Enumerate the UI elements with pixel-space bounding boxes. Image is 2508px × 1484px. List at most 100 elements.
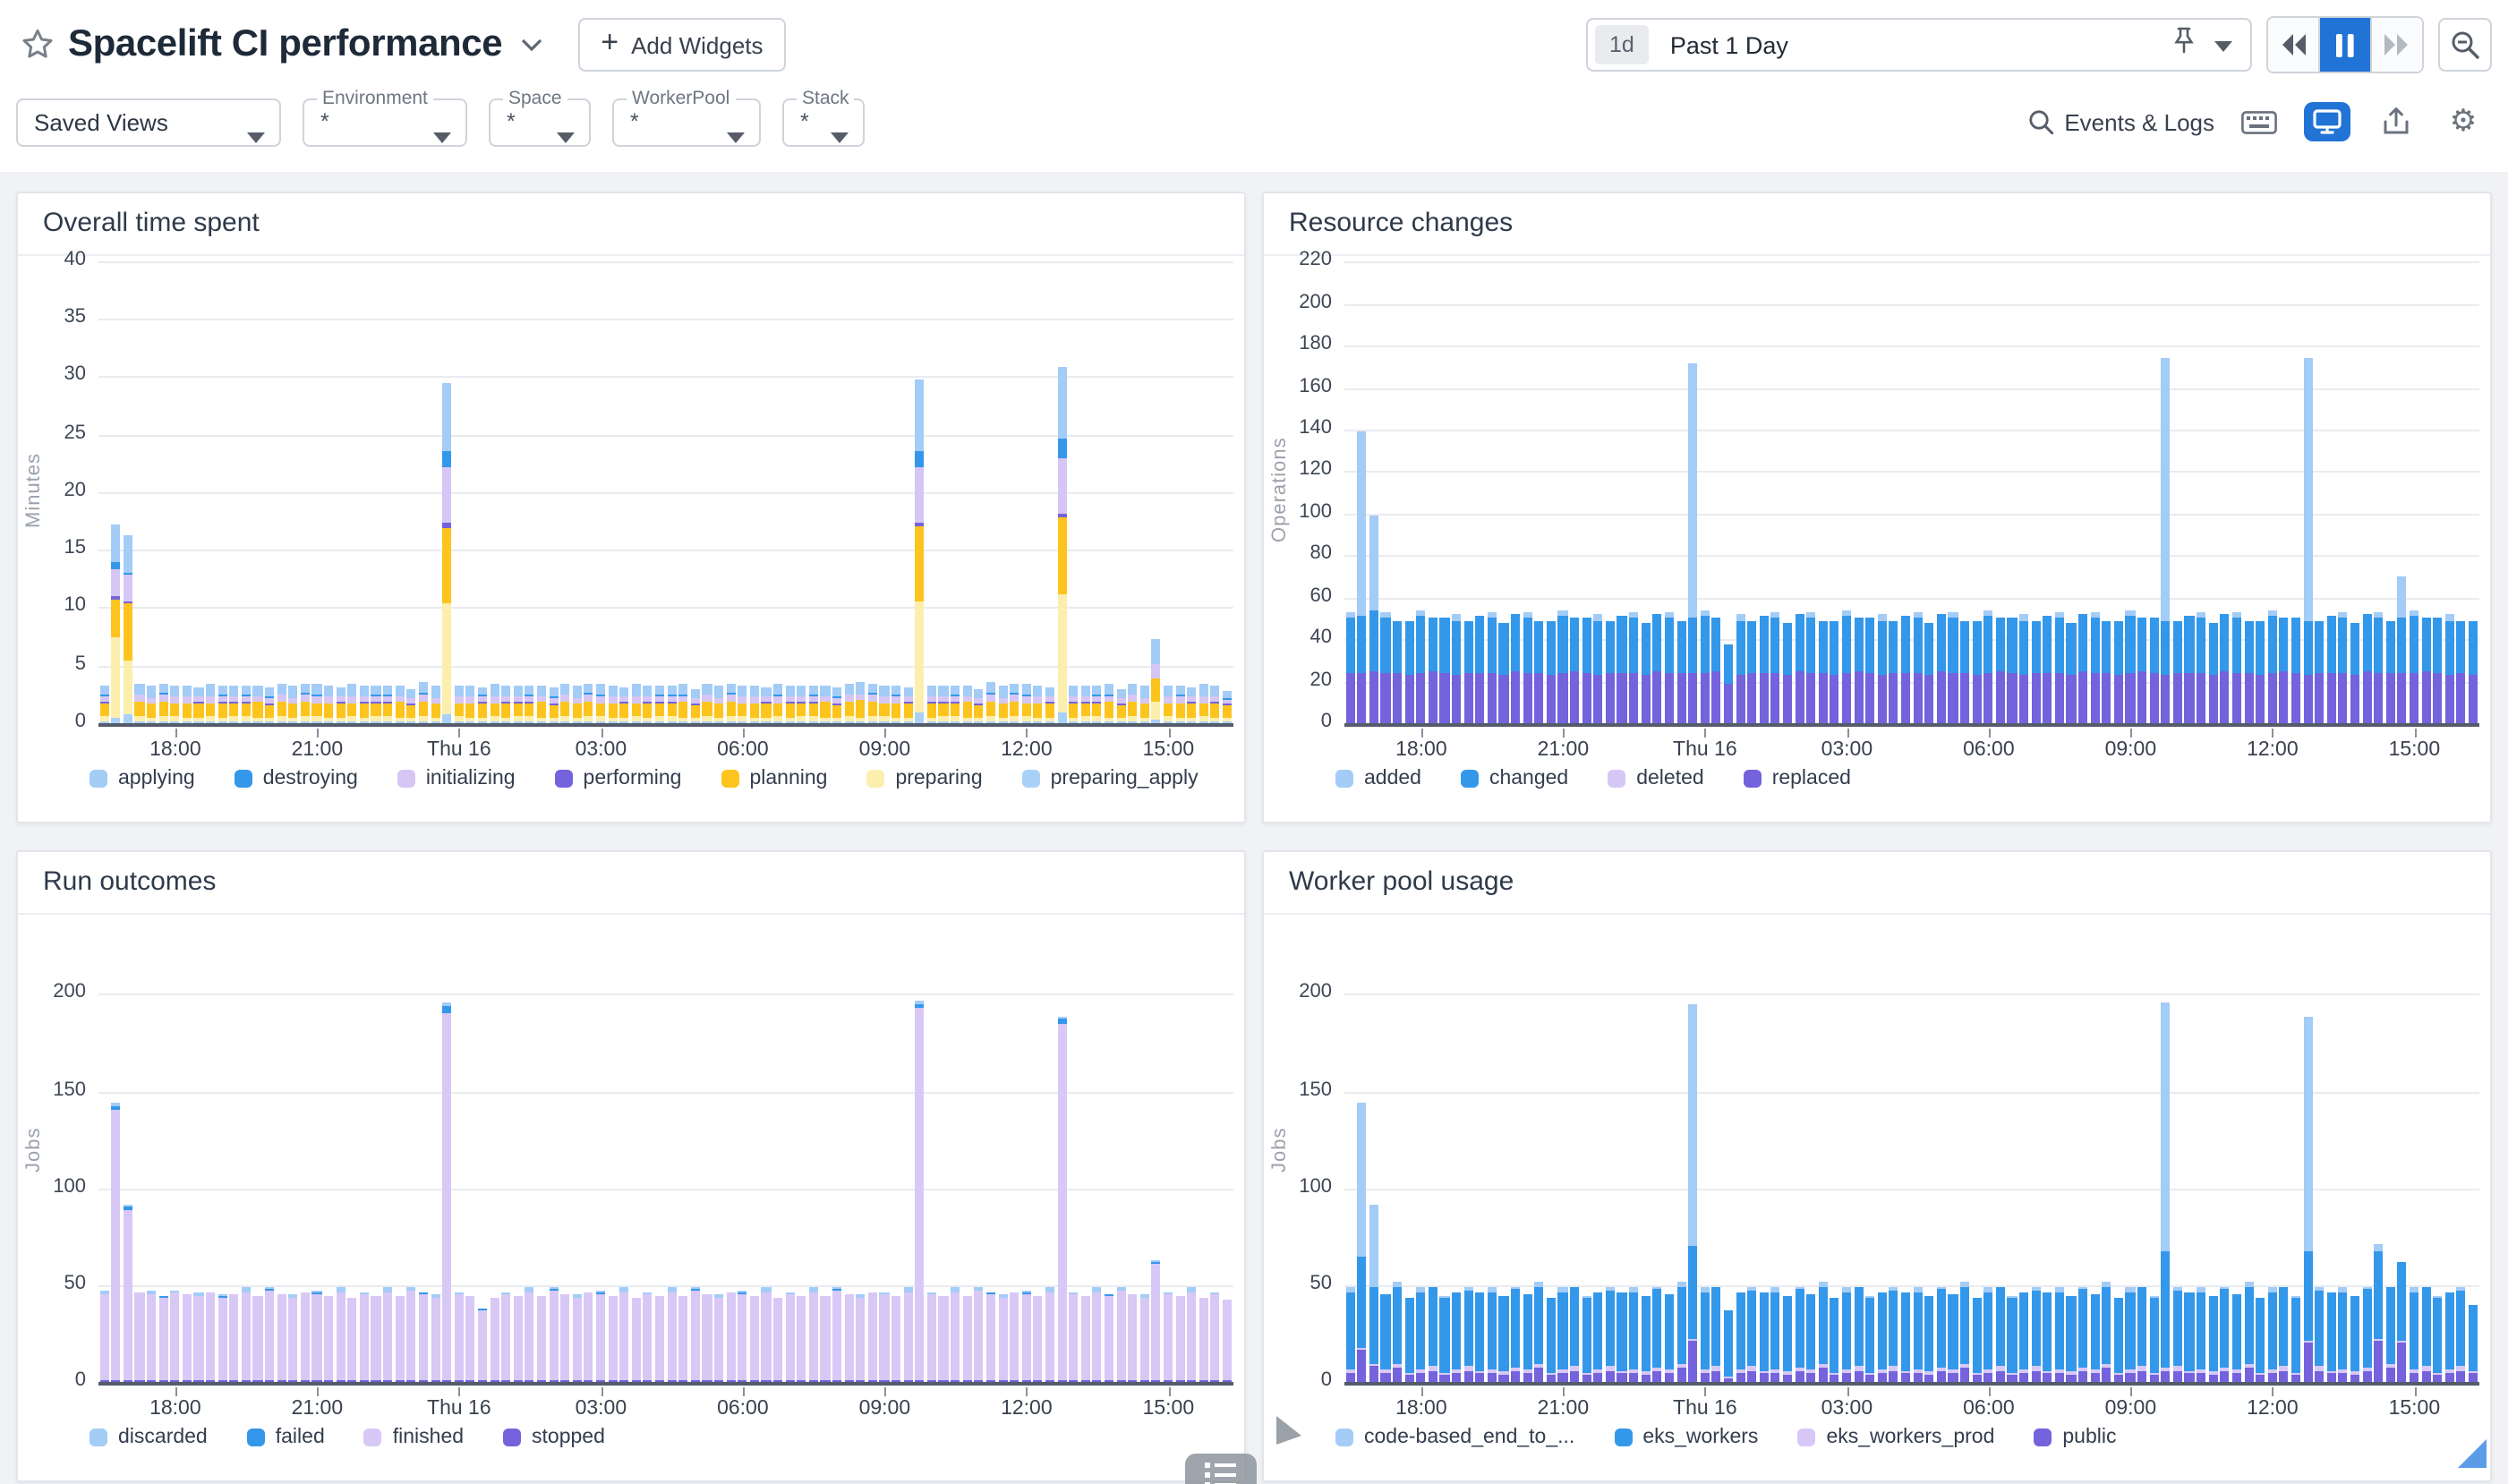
bar[interactable]	[1806, 612, 1815, 723]
bar[interactable]	[2185, 1292, 2194, 1382]
bar[interactable]	[1890, 1287, 1898, 1382]
bar[interactable]	[147, 1290, 156, 1382]
bar[interactable]	[1594, 1292, 1603, 1382]
bar[interactable]	[2137, 618, 2146, 723]
bar[interactable]	[1116, 689, 1125, 723]
bar[interactable]	[1440, 1297, 1449, 1382]
bar[interactable]	[1369, 1206, 1378, 1382]
bar[interactable]	[2350, 623, 2359, 723]
chart-plot-area[interactable]	[1344, 917, 2479, 1386]
bar[interactable]	[170, 1290, 179, 1382]
bar[interactable]	[1093, 686, 1102, 723]
bar[interactable]	[2291, 618, 2300, 723]
bar[interactable]	[844, 684, 853, 723]
bar[interactable]	[395, 686, 404, 723]
bar[interactable]	[206, 1292, 215, 1382]
bar[interactable]	[2185, 617, 2194, 723]
bar[interactable]	[2149, 618, 2158, 723]
bar[interactable]	[442, 1002, 451, 1382]
bar[interactable]	[442, 384, 451, 723]
bar[interactable]	[360, 1292, 369, 1382]
bar[interactable]	[891, 686, 900, 723]
bar[interactable]	[632, 685, 641, 723]
bar[interactable]	[1093, 1288, 1102, 1382]
bar[interactable]	[2208, 623, 2217, 723]
bar[interactable]	[1960, 1281, 1969, 1382]
bar[interactable]	[124, 535, 132, 723]
bar[interactable]	[750, 687, 759, 723]
bar[interactable]	[99, 686, 108, 723]
bar[interactable]	[809, 686, 818, 723]
bar[interactable]	[1783, 623, 1792, 723]
bar[interactable]	[1080, 1296, 1089, 1382]
chart-plot-area[interactable]	[98, 917, 1233, 1386]
bar[interactable]	[99, 1290, 108, 1382]
bar[interactable]	[1901, 617, 1910, 723]
bar[interactable]	[242, 1288, 251, 1382]
bar[interactable]	[584, 685, 593, 723]
bar[interactable]	[880, 1292, 889, 1382]
bar[interactable]	[1890, 620, 1898, 723]
bar[interactable]	[2280, 618, 2289, 723]
bar[interactable]	[975, 689, 984, 723]
bar[interactable]	[312, 685, 321, 723]
bar[interactable]	[1629, 1288, 1638, 1382]
legend-item[interactable]: eks_workers	[1614, 1427, 1758, 1448]
bar[interactable]	[762, 688, 771, 723]
bar[interactable]	[2244, 1281, 2253, 1382]
bar[interactable]	[1357, 431, 1366, 723]
bar[interactable]	[2291, 1297, 2300, 1382]
bar[interactable]	[584, 1292, 593, 1382]
bar[interactable]	[1345, 1288, 1354, 1382]
bar[interactable]	[1570, 1287, 1579, 1382]
bar[interactable]	[1021, 685, 1030, 723]
bar[interactable]	[1771, 612, 1780, 723]
bar[interactable]	[1676, 620, 1685, 723]
bar[interactable]	[773, 684, 782, 723]
bar[interactable]	[2339, 1288, 2348, 1382]
bar[interactable]	[1783, 1297, 1792, 1382]
bar[interactable]	[1641, 623, 1650, 723]
bar[interactable]	[1475, 617, 1484, 723]
widget-list-button[interactable]	[1185, 1454, 1257, 1484]
bar[interactable]	[206, 685, 215, 723]
bar[interactable]	[360, 687, 369, 723]
bar[interactable]	[1069, 687, 1078, 723]
bar[interactable]	[2315, 620, 2324, 723]
bar[interactable]	[1152, 1261, 1161, 1382]
pause-refresh-button[interactable]	[2318, 18, 2370, 72]
legend-item[interactable]: discarded	[90, 1427, 208, 1448]
time-backward-button[interactable]	[2268, 18, 2318, 72]
bar[interactable]	[478, 1309, 487, 1382]
bar[interactable]	[1830, 1299, 1839, 1382]
bar[interactable]	[903, 1288, 912, 1382]
bar[interactable]	[419, 1292, 428, 1382]
bar[interactable]	[1069, 1292, 1078, 1382]
bar[interactable]	[1211, 1292, 1220, 1382]
bar[interactable]	[2090, 1293, 2099, 1382]
bar[interactable]	[2410, 610, 2418, 723]
legend-item[interactable]: replaced	[1744, 768, 1851, 789]
bar[interactable]	[336, 1288, 345, 1382]
bar[interactable]	[797, 1296, 806, 1382]
bar[interactable]	[2362, 1287, 2371, 1382]
bar[interactable]	[324, 687, 333, 723]
bar[interactable]	[454, 686, 463, 723]
bar[interactable]	[644, 1292, 653, 1382]
bar[interactable]	[1128, 684, 1137, 723]
bar[interactable]	[1440, 618, 1449, 723]
bar[interactable]	[1393, 620, 1402, 723]
bar[interactable]	[277, 1293, 286, 1382]
legend-item[interactable]: preparing	[866, 768, 982, 789]
bar[interactable]	[1983, 610, 1992, 723]
bar[interactable]	[490, 1298, 499, 1382]
bar[interactable]	[1949, 612, 1958, 723]
share-button[interactable]	[2372, 102, 2418, 141]
bar[interactable]	[1345, 612, 1354, 723]
bar[interactable]	[809, 1288, 818, 1382]
legend-item[interactable]: eks_workers_prod	[1797, 1427, 1994, 1448]
bar[interactable]	[868, 685, 877, 723]
bar[interactable]	[407, 689, 416, 723]
bar[interactable]	[1463, 1287, 1472, 1382]
bar[interactable]	[573, 686, 582, 723]
